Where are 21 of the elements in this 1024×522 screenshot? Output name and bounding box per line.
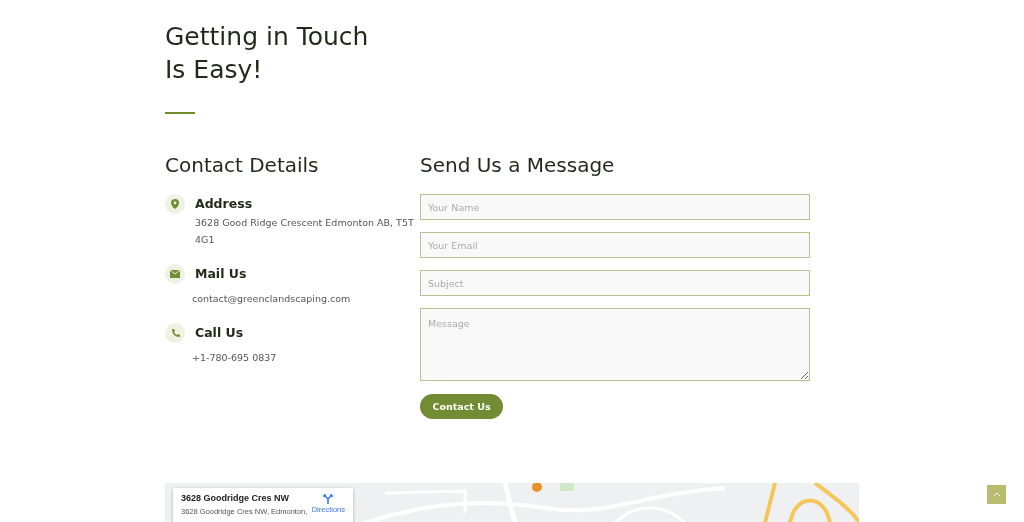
input-field[interactable]: Your Email [420,232,810,258]
input-field[interactable]: Your Name [420,194,810,220]
scroll-top-button[interactable] [987,485,1006,504]
contact-button[interactable]: Contact Us [420,394,503,419]
place-title: 3628 Goodridge Cres NW [181,493,291,503]
contact-label: Call Us [195,324,245,342]
contact-label: Address [195,195,254,213]
chevron-up-icon [992,492,1001,497]
map-pin-icon [171,199,179,209]
contact-value: +1-780-695 0837 [192,351,277,365]
phone-icon [170,328,180,338]
section-title: Contact Details [165,152,320,178]
directions-icon [323,493,334,504]
contact-label: Mail Us [195,265,248,283]
contact-value: 3628 Good Ridge Crescent Edmonton AB, T5T 4G1 [195,216,415,247]
message-field[interactable]: Message [420,308,810,381]
input-field[interactable]: Subject [420,270,810,296]
page-heading: Getting in Touch Is Easy! [165,21,370,86]
envelope-icon [170,270,180,278]
section-title: Send Us a Message [420,152,616,178]
contact-value: contact@greenclandscaping.com [192,292,351,306]
